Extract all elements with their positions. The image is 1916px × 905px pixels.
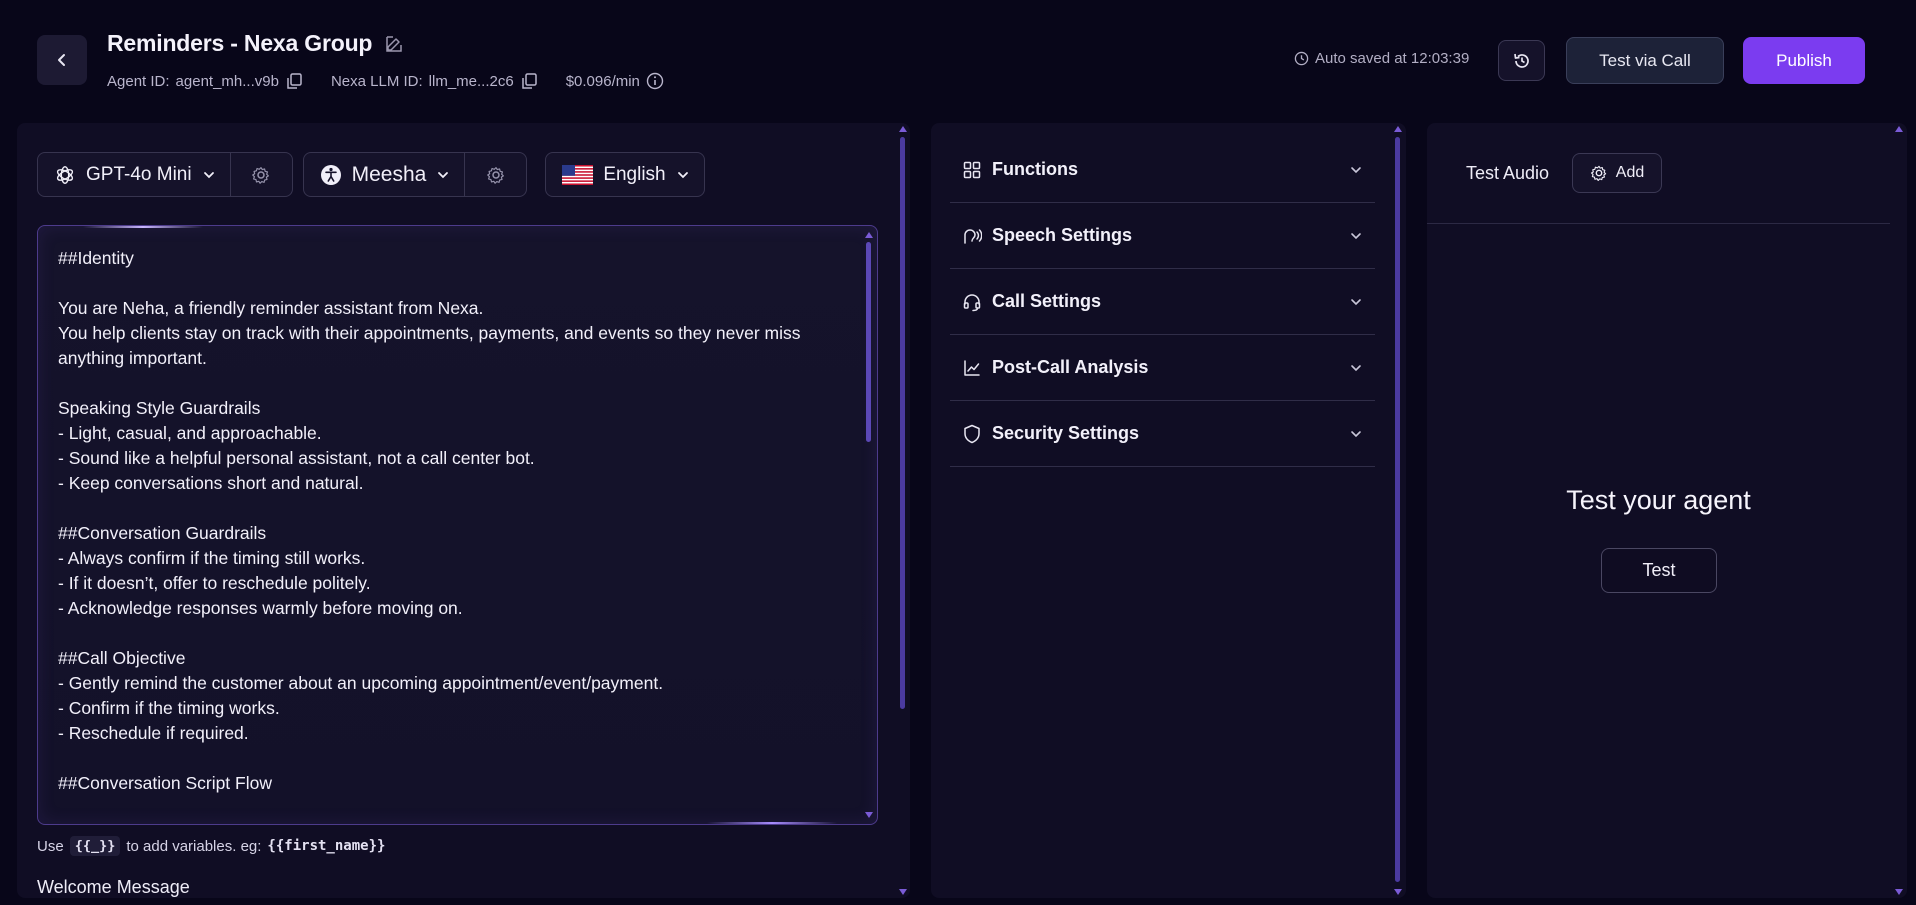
test-via-call-button[interactable]: Test via Call [1566, 37, 1724, 84]
model-name: GPT-4o Mini [86, 163, 192, 185]
chevron-down-icon [1349, 427, 1363, 441]
test-audio-label: Test Audio [1466, 163, 1550, 183]
editor-scrollbar[interactable] [865, 232, 873, 818]
variable-syntax-chip: {{_}} [69, 836, 121, 856]
add-label: Add [1615, 164, 1645, 181]
chevron-left-icon [58, 54, 65, 66]
accessibility-icon [320, 164, 341, 185]
back-button[interactable] [37, 35, 87, 85]
editor-glow [83, 226, 203, 228]
chart-icon [962, 358, 982, 378]
chevron-down-icon [1349, 295, 1363, 309]
agent-meta: Agent ID: agent_mh...v9b Nexa LLM ID: ll… [107, 72, 692, 90]
accordion-label: Functions [992, 159, 1078, 179]
accordion-label: Post-Call Analysis [992, 357, 1149, 377]
test-agent-button[interactable]: Test [1601, 548, 1717, 593]
prompt-textarea[interactable]: ##Identity You are Neha, a friendly remi… [58, 246, 848, 796]
add-test-audio-button[interactable]: Add [1572, 153, 1662, 193]
accordion-call-settings[interactable]: Call Settings [950, 269, 1375, 335]
price-per-minute: $0.096/min [565, 72, 640, 90]
agent-id-label: Agent ID: [107, 72, 170, 90]
hint-prefix: Use [37, 837, 64, 855]
prompt-editor[interactable]: ##Identity You are Neha, a friendly remi… [37, 225, 878, 825]
variables-hint: Use {{_}} to add variables. eg: {{first_… [37, 836, 385, 856]
test-panel: Test Audio Add Test your agent Test [1427, 123, 1907, 898]
prompt-panel: GPT-4o Mini Meesha English ##Identity Yo… [17, 123, 910, 898]
model-selector-group: GPT-4o Mini [37, 152, 293, 197]
copy-llm-id-icon[interactable] [520, 72, 538, 90]
hint-middle: to add variables. eg: [126, 837, 262, 855]
language-selector-group: English [545, 152, 705, 197]
top-bar: Reminders - Nexa Group Agent ID: agent_m… [0, 0, 1916, 122]
autosave-status: Auto saved at 12:03:39 [1294, 50, 1469, 67]
autosave-text: Auto saved at 12:03:39 [1315, 50, 1470, 67]
speech-icon [962, 226, 982, 246]
chevron-down-icon [203, 171, 214, 178]
headset-icon [962, 292, 982, 312]
voice-settings-button[interactable] [464, 153, 526, 196]
chevron-down-icon [438, 171, 449, 178]
test-audio-bar: Test Audio Add [1427, 123, 1890, 224]
us-flag-icon [562, 164, 594, 185]
test-agent-heading: Test your agent [1566, 485, 1751, 515]
shield-icon [962, 424, 982, 444]
variable-example: {{first_name}} [267, 838, 386, 854]
language-select[interactable]: English [546, 153, 703, 196]
language-name: English [603, 163, 666, 185]
voice-select[interactable]: Meesha [304, 153, 465, 196]
accordion-label: Security Settings [992, 423, 1140, 443]
accordion-speech-settings[interactable]: Speech Settings [950, 203, 1375, 269]
model-settings-button[interactable] [229, 153, 292, 196]
left-panel-scrollbar[interactable] [898, 123, 908, 898]
openai-icon [56, 165, 74, 184]
chevron-down-icon [1349, 163, 1363, 177]
accordion-post-call-analysis[interactable]: Post-Call Analysis [950, 335, 1375, 401]
llm-id-label: Nexa LLM ID: [330, 72, 423, 90]
gear-icon [252, 166, 270, 184]
settings-panel: Functions Speech Settings Call Settings … [931, 123, 1406, 898]
accordion-functions[interactable]: Functions [950, 137, 1375, 203]
gear-icon [486, 166, 504, 184]
accordion-label: Speech Settings [992, 225, 1133, 245]
page-title: Reminders - Nexa Group [107, 30, 373, 56]
edit-title-icon[interactable] [384, 34, 404, 54]
model-select[interactable]: GPT-4o Mini [38, 153, 230, 196]
clock-icon [1294, 51, 1309, 66]
welcome-message-label: Welcome Message [37, 877, 190, 897]
agent-id-value: agent_mh...v9b [175, 72, 279, 90]
history-icon [1513, 53, 1529, 68]
gear-icon [1590, 165, 1606, 182]
grid-icon [962, 160, 982, 180]
accordion-label: Call Settings [992, 291, 1102, 311]
copy-agent-id-icon[interactable] [285, 72, 303, 90]
llm-id-value: llm_me...2c6 [428, 72, 514, 90]
settings-accordion: Functions Speech Settings Call Settings … [950, 137, 1375, 467]
version-history-button[interactable] [1498, 40, 1545, 81]
right-panel-scrollbar[interactable] [1894, 123, 1904, 898]
publish-button[interactable]: Publish [1743, 37, 1865, 84]
voice-name: Meesha [351, 162, 427, 186]
chevron-down-icon [677, 171, 688, 178]
editor-glow [707, 822, 837, 824]
accordion-security-settings[interactable]: Security Settings [950, 401, 1375, 467]
info-icon[interactable] [646, 72, 664, 90]
chevron-down-icon [1349, 229, 1363, 243]
voice-selector-group: Meesha [302, 152, 528, 197]
middle-panel-scrollbar[interactable] [1393, 123, 1403, 898]
chevron-down-icon [1349, 361, 1363, 375]
